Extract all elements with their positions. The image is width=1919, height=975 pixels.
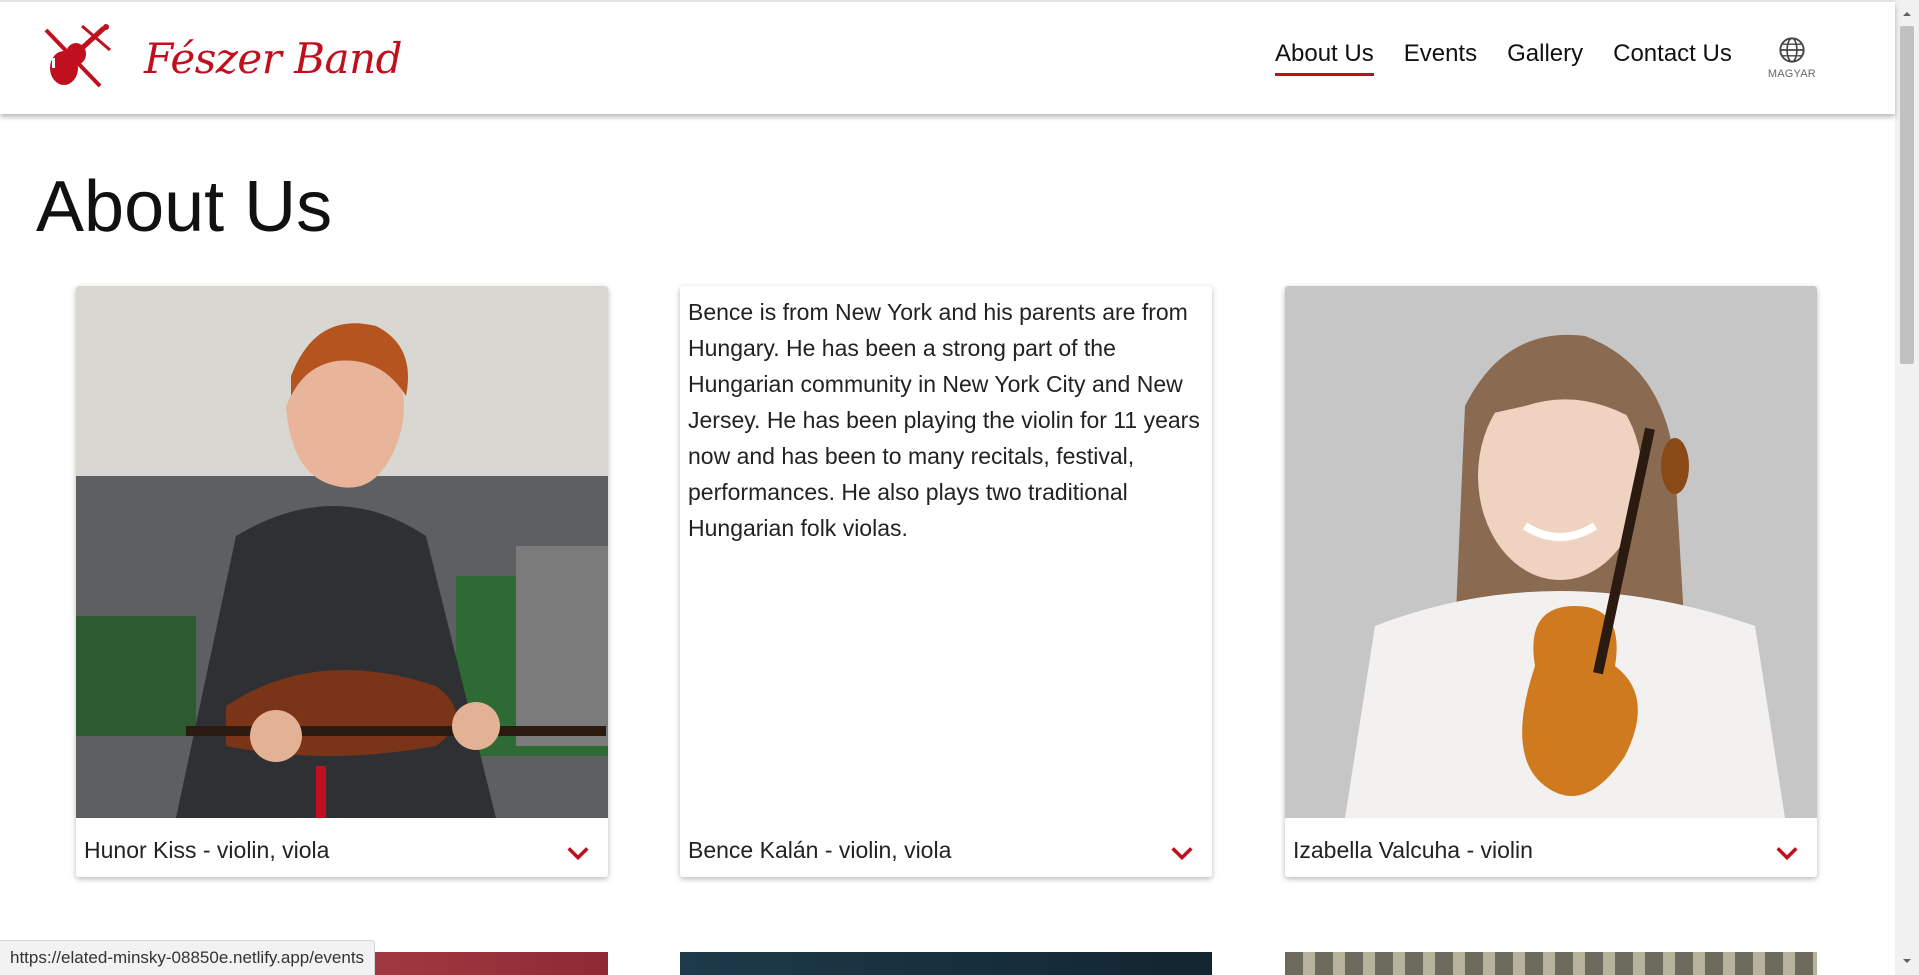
brand-name: Fészer Band: [144, 33, 403, 83]
page-title: About Us: [36, 167, 333, 247]
member-caption: Hunor Kiss - violin, viola: [84, 837, 330, 863]
globe-icon: [1779, 37, 1805, 63]
member-photo-izabella-valcuha: [1285, 286, 1817, 818]
member-card-izabella-valcuha: Izabella Valcuha - violin: [1285, 286, 1817, 877]
language-label: MAGYAR: [1767, 68, 1816, 80]
member-bio: Bence is from New York and his parents a…: [688, 299, 1200, 541]
scroll-down-arrow-icon[interactable]: [1901, 955, 1913, 967]
vertical-scrollbar[interactable]: [1895, 0, 1919, 975]
scrollbar-thumb[interactable]: [1900, 26, 1914, 364]
member-card-bence-kalan: Bence is from New York and his parents a…: [680, 286, 1212, 877]
nav-link-gallery[interactable]: Gallery: [1507, 40, 1583, 76]
member-caption: Bence Kalán - violin, viola: [688, 837, 952, 863]
chevron-down-icon[interactable]: [564, 839, 592, 867]
member-photo-hunor-kiss: [76, 286, 608, 818]
scroll-up-arrow-icon[interactable]: [1901, 8, 1913, 20]
chevron-down-icon[interactable]: [1168, 839, 1196, 867]
brand-logo-link[interactable]: Fészer Band: [40, 20, 403, 96]
navbar: Fészer Band About Us Events Gallery Cont…: [0, 2, 1895, 114]
status-bar-url: https://elated-minsky-08850e.netlify.app…: [0, 940, 376, 975]
nav-link-contact-us[interactable]: Contact Us: [1613, 40, 1732, 76]
member-card-peek: [680, 952, 1212, 975]
nav-link-events[interactable]: Events: [1404, 40, 1477, 76]
member-caption: Izabella Valcuha - violin: [1293, 837, 1533, 863]
chevron-down-icon[interactable]: [1773, 839, 1801, 867]
main-nav: About Us Events Gallery Contact Us MAGYA…: [1275, 37, 1816, 80]
nav-link-about-us[interactable]: About Us: [1275, 40, 1374, 76]
violin-bow-logo-icon: [44, 24, 111, 88]
member-card-hunor-kiss: Hunor Kiss - violin, viola: [76, 286, 608, 877]
language-switch-button[interactable]: MAGYAR: [1768, 36, 1816, 80]
member-card-peek: [1285, 952, 1817, 975]
